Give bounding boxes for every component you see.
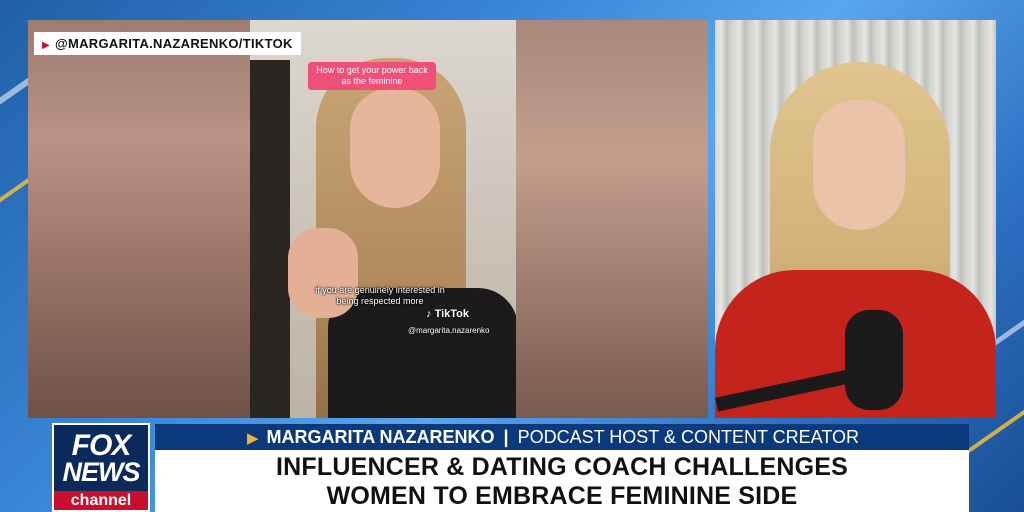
tiktok-caption-bottom: if you are genuinely interested in being… [315, 285, 445, 306]
play-arrow-icon: ▶ [42, 40, 50, 51]
headline-line-2: WOMEN TO EMBRACE FEMININE SIDE [326, 482, 798, 510]
source-tag: ▶ @MARGARITA.NAZARENKO/TIKTOK [34, 32, 301, 55]
tiktok-video-panel: How to get your power back as the femini… [28, 20, 708, 418]
tiktok-handle: @margarita.nazarenko [408, 326, 490, 335]
guest-video-panel [715, 20, 996, 418]
blurred-background-right [516, 20, 708, 418]
fox-news-logo: FOX NEWS channel [52, 423, 150, 512]
tiktok-caption-top: How to get your power back as the femini… [308, 62, 436, 90]
tiktok-note-icon: ♪ [426, 308, 432, 320]
doorway [250, 60, 290, 418]
influencer-person [288, 48, 516, 418]
chevron-right-icon: ▶ [247, 430, 259, 447]
logo-news-text: NEWS [62, 457, 141, 487]
tiktok-label: TikTok [434, 308, 469, 320]
name-separator: | [503, 427, 509, 447]
microphone-icon [845, 310, 903, 410]
logo-channel-text: channel [54, 491, 148, 510]
blurred-background-left [28, 20, 250, 418]
headline: INFLUENCER & DATING COACH CHALLENGES WOM… [155, 450, 969, 512]
tiktok-watermark: ♪ TikTok [426, 308, 469, 320]
guest-title: PODCAST HOST & CONTENT CREATOR [517, 427, 859, 447]
headline-line-1: INFLUENCER & DATING COACH CHALLENGES [275, 453, 848, 481]
shirt [328, 288, 516, 418]
face [350, 88, 440, 208]
face [813, 100, 905, 230]
tiktok-video-frame: How to get your power back as the femini… [250, 20, 516, 418]
source-tag-text: @MARGARITA.NAZARENKO/TIKTOK [55, 36, 293, 51]
guest-name: MARGARITA NAZARENKO [266, 427, 495, 447]
name-bar: ▶ MARGARITA NAZARENKO | PODCAST HOST & CO… [155, 424, 969, 450]
